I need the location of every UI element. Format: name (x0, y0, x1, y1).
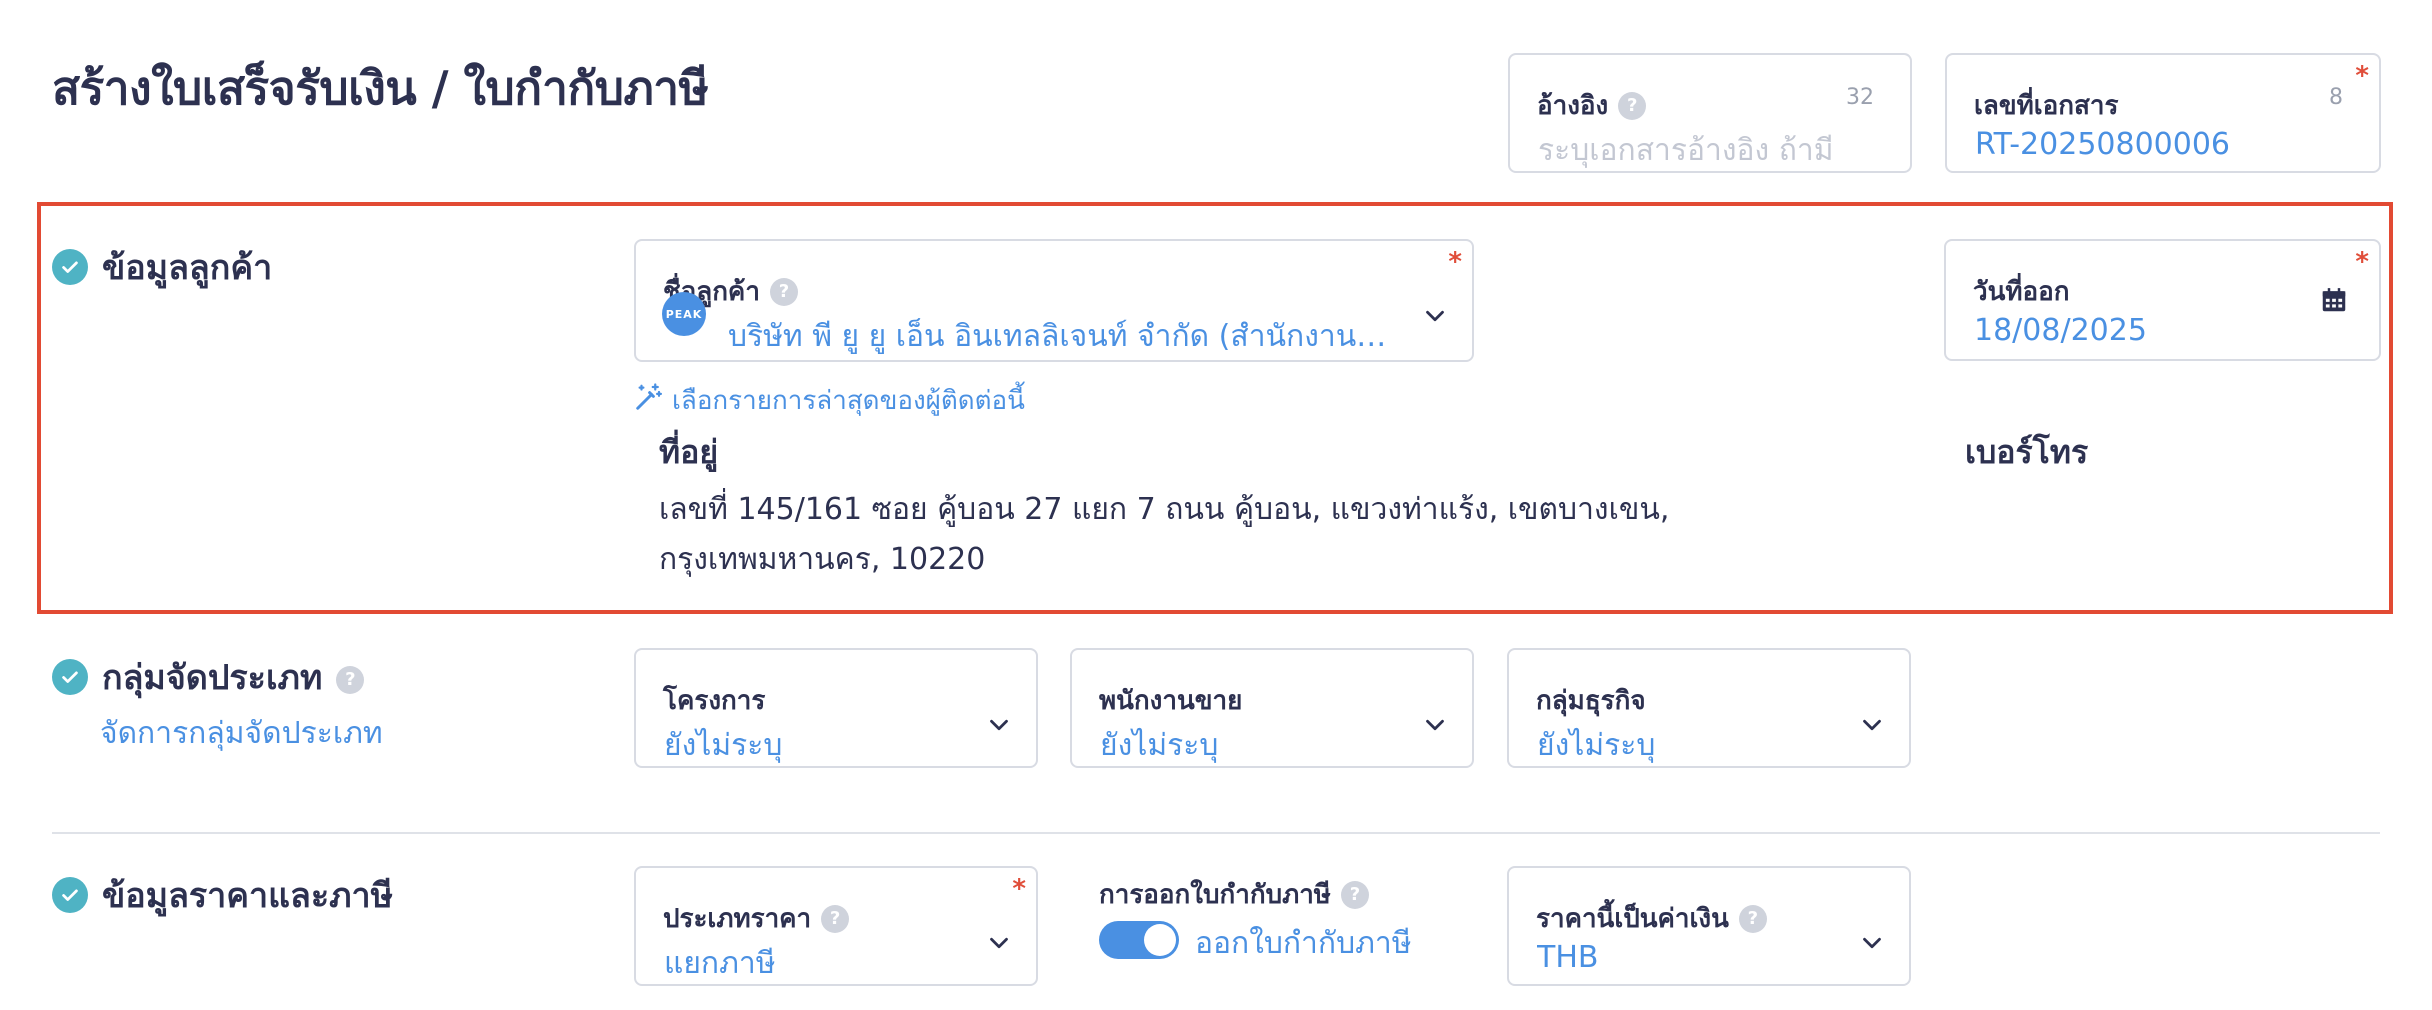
calendar-icon[interactable] (2319, 285, 2349, 315)
check-circle-icon (52, 249, 88, 285)
reference-label: อ้างอิง (1537, 91, 1609, 121)
price-section-title: ข้อมูลราคาและภาษี (102, 876, 394, 916)
required-mark: * (1012, 874, 1026, 904)
chevron-down-icon[interactable] (1857, 928, 1887, 958)
customer-avatar: PEAK (662, 292, 706, 336)
business-group-value: ยังไม่ระบุ (1537, 728, 1656, 763)
price-type-select[interactable]: ประเภทราคา ? * แยกภาษี (634, 866, 1038, 986)
page-title: สร้างใบเสร็จรับเงิน / ใบกำกับภาษี (52, 61, 709, 115)
reference-counter: 32 (1846, 85, 1874, 110)
chevron-down-icon[interactable] (1420, 301, 1450, 331)
currency-select[interactable]: ราคานี้เป็นค่าเงิน ? THB (1507, 866, 1911, 986)
category-section-title: กลุ่มจัดประเภท (102, 658, 323, 698)
phone-label: เบอร์โทร (1965, 433, 2089, 471)
manage-categories-link[interactable]: จัดการกลุ่มจัดประเภท (100, 710, 383, 757)
customer-name-select[interactable]: ชื่อลูกค้า ? * บริษัท พี ยู ยู เอ็น อินเ… (634, 239, 1474, 362)
tax-invoice-label: การออกใบกำกับภาษี (1099, 880, 1331, 910)
doc-number-counter: 8 (2329, 85, 2343, 110)
tax-invoice-toggle[interactable] (1099, 921, 1179, 959)
address-label: ที่อยู่ (659, 433, 719, 471)
suggest-recent-link[interactable]: เลือกรายการล่าสุดของผู้ติดต่อนี้ (634, 380, 1025, 421)
chevron-down-icon[interactable] (1420, 710, 1450, 740)
check-circle-icon (52, 659, 88, 695)
issue-date-input[interactable]: 18/08/2025 (1974, 313, 2147, 348)
project-label: โครงการ (663, 686, 766, 716)
reference-field[interactable]: อ้างอิง ? 32 ระบุเอกสารอ้างอิง ถ้ามี (1508, 53, 1912, 173)
section-divider (52, 832, 2380, 834)
help-icon[interactable]: ? (1618, 91, 1647, 120)
project-value: ยังไม่ระบุ (664, 728, 783, 763)
salesperson-select[interactable]: พนักงานขาย ยังไม่ระบุ (1070, 648, 1474, 768)
customer-name-value: บริษัท พี ยู ยู เอ็น อินเทลลิเจนท์ จำกัด… (728, 319, 1388, 354)
issue-date-field[interactable]: วันที่ออก * 18/08/2025 (1944, 239, 2381, 361)
help-icon[interactable]: ? (336, 666, 365, 694)
salesperson-value: ยังไม่ระบุ (1100, 728, 1219, 763)
reference-input[interactable]: ระบุเอกสารอ้างอิง ถ้ามี (1538, 127, 1878, 174)
price-type-label: ประเภทราคา (663, 904, 812, 934)
help-icon[interactable]: ? (1738, 904, 1767, 933)
issue-date-label: วันที่ออก (1973, 277, 2070, 307)
customer-section-title: ข้อมูลลูกค้า (102, 248, 273, 288)
price-type-value: แยกภาษี (664, 946, 776, 981)
help-icon[interactable]: ? (769, 277, 798, 306)
tax-invoice-toggle-label[interactable]: ออกใบกำกับภาษี (1195, 920, 1412, 967)
suggest-recent-label: เลือกรายการล่าสุดของผู้ติดต่อนี้ (672, 386, 1025, 416)
help-icon[interactable]: ? (821, 904, 850, 933)
chevron-down-icon[interactable] (984, 710, 1014, 740)
business-group-label: กลุ่มธุรกิจ (1536, 686, 1646, 716)
check-circle-icon (52, 877, 88, 913)
doc-number-label: เลขที่เอกสาร (1974, 91, 2119, 121)
address-value: เลขที่ 145/161 ซอย คู้บอน 27 แยก 7 ถนน ค… (659, 492, 1670, 577)
currency-value: THB (1537, 940, 1599, 975)
doc-number-input[interactable]: RT-20250800006 (1975, 127, 2355, 162)
category-section-header: กลุ่มจัดประเภท ? (52, 650, 365, 704)
doc-number-field[interactable]: เลขที่เอกสาร 8 * RT-20250800006 (1945, 53, 2381, 173)
toggle-knob (1144, 924, 1176, 956)
magic-wand-icon (634, 382, 664, 419)
chevron-down-icon[interactable] (1857, 710, 1887, 740)
price-section-header: ข้อมูลราคาและภาษี (52, 868, 393, 922)
business-group-select[interactable]: กลุ่มธุรกิจ ยังไม่ระบุ (1507, 648, 1911, 768)
chevron-down-icon[interactable] (984, 928, 1014, 958)
help-icon[interactable]: ? (1340, 880, 1369, 909)
project-select[interactable]: โครงการ ยังไม่ระบุ (634, 648, 1038, 768)
required-mark: * (1448, 247, 1462, 277)
customer-section-header: ข้อมูลลูกค้า (52, 240, 272, 294)
salesperson-label: พนักงานขาย (1099, 686, 1243, 716)
required-mark: * (2355, 247, 2369, 277)
currency-label: ราคานี้เป็นค่าเงิน (1536, 904, 1729, 934)
required-mark: * (2355, 61, 2369, 91)
